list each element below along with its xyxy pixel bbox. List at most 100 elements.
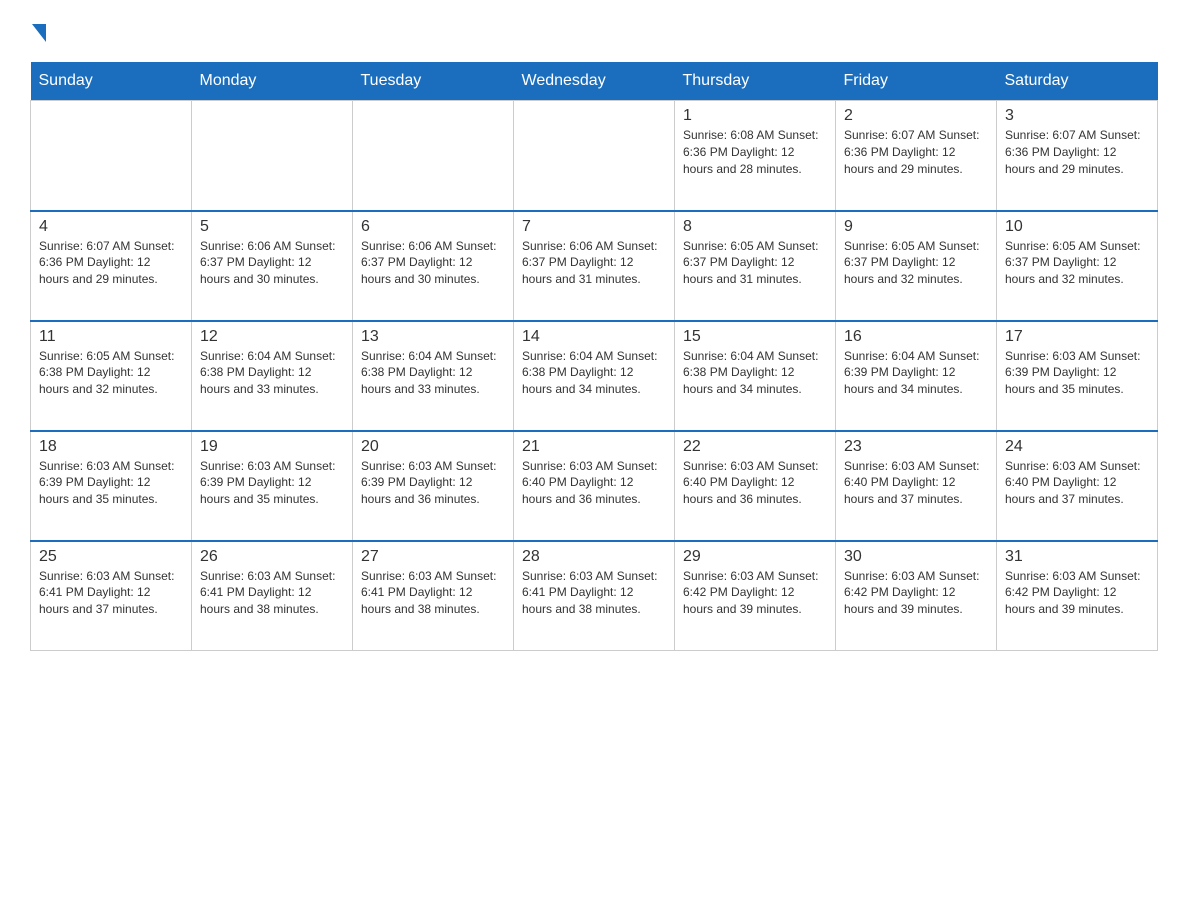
day-number: 29: [683, 548, 827, 566]
day-number: 23: [844, 438, 988, 456]
day-info: Sunrise: 6:03 AM Sunset: 6:39 PM Dayligh…: [361, 458, 505, 508]
day-number: 4: [39, 218, 183, 236]
calendar-cell: 17Sunrise: 6:03 AM Sunset: 6:39 PM Dayli…: [997, 321, 1158, 431]
day-info: Sunrise: 6:05 AM Sunset: 6:37 PM Dayligh…: [844, 238, 988, 288]
day-info: Sunrise: 6:03 AM Sunset: 6:39 PM Dayligh…: [39, 458, 183, 508]
day-number: 12: [200, 328, 344, 346]
day-info: Sunrise: 6:06 AM Sunset: 6:37 PM Dayligh…: [522, 238, 666, 288]
logo: [30, 20, 50, 42]
calendar-week-5: 25 Sunrise: 6:03 AM Sunset: 6:41 PM Dayli…: [31, 541, 1158, 651]
day-number: 2: [844, 107, 988, 125]
calendar-cell: 15 Sunrise: 6:04 AM Sunset: 6:38 PM Dayli…: [675, 321, 836, 431]
calendar-cell: 4 Sunrise: 6:07 AM Sunset: 6:36 PM Daylig…: [31, 211, 192, 321]
day-number: 20: [361, 438, 505, 456]
calendar-cell: 30 Sunrise: 6:03 AM Sunset: 6:42 PM Dayli…: [836, 541, 997, 651]
col-friday: Friday: [836, 62, 997, 101]
calendar-cell: 18 Sunrise: 6:03 AM Sunset: 6:39 PM Dayli…: [31, 431, 192, 541]
col-thursday: Thursday: [675, 62, 836, 101]
day-info: Sunrise: 6:03 AM Sunset: 6:41 PM Dayligh…: [200, 568, 344, 618]
day-info: Sunrise: 6:03 AM Sunset: 6:39 PM Dayligh…: [1005, 348, 1149, 398]
day-info: Sunrise: 6:03 AM Sunset: 6:40 PM Dayligh…: [1005, 458, 1149, 508]
calendar-cell: 20 Sunrise: 6:03 AM Sunset: 6:39 PM Dayli…: [353, 431, 514, 541]
col-tuesday: Tuesday: [353, 62, 514, 101]
calendar-cell: [514, 101, 675, 211]
day-number: 31: [1005, 548, 1149, 566]
day-number: 11: [39, 328, 183, 346]
calendar-week-3: 11 Sunrise: 6:05 AM Sunset: 6:38 PM Dayli…: [31, 321, 1158, 431]
calendar-cell: 10 Sunrise: 6:05 AM Sunset: 6:37 PM Dayli…: [997, 211, 1158, 321]
calendar-table: Sunday Monday Tuesday Wednesday Thursday…: [30, 62, 1158, 651]
calendar-cell: 2 Sunrise: 6:07 AM Sunset: 6:36 PM Daylig…: [836, 101, 997, 211]
day-info: Sunrise: 6:04 AM Sunset: 6:39 PM Dayligh…: [844, 348, 988, 398]
calendar-cell: 26 Sunrise: 6:03 AM Sunset: 6:41 PM Dayli…: [192, 541, 353, 651]
day-info: Sunrise: 6:03 AM Sunset: 6:41 PM Dayligh…: [361, 568, 505, 618]
calendar-cell: 29 Sunrise: 6:03 AM Sunset: 6:42 PM Dayli…: [675, 541, 836, 651]
day-number: 10: [1005, 218, 1149, 236]
calendar-cell: 11 Sunrise: 6:05 AM Sunset: 6:38 PM Dayli…: [31, 321, 192, 431]
calendar-cell: 16 Sunrise: 6:04 AM Sunset: 6:39 PM Dayli…: [836, 321, 997, 431]
calendar-week-2: 4 Sunrise: 6:07 AM Sunset: 6:36 PM Daylig…: [31, 211, 1158, 321]
calendar-cell: 13 Sunrise: 6:04 AM Sunset: 6:38 PM Dayli…: [353, 321, 514, 431]
calendar-cell: 25Sunrise: 6:03 AM Sunset: 6:41 PM Dayli…: [31, 541, 192, 651]
day-number: 26: [200, 548, 344, 566]
day-info: Sunrise: 6:07 AM Sunset: 6:36 PM Dayligh…: [844, 127, 988, 177]
calendar-cell: 19 Sunrise: 6:03 AM Sunset: 6:39 PM Dayli…: [192, 431, 353, 541]
day-number: 19: [200, 438, 344, 456]
day-info: Sunrise: 6:04 AM Sunset: 6:38 PM Dayligh…: [683, 348, 827, 398]
day-number: 14: [522, 328, 666, 346]
day-info: Sunrise: 6:04 AM Sunset: 6:38 PM Dayligh…: [361, 348, 505, 398]
calendar-cell: 1 Sunrise: 6:08 AM Sunset: 6:36 PM Daylig…: [675, 101, 836, 211]
calendar-cell: 5 Sunrise: 6:06 AM Sunset: 6:37 PM Daylig…: [192, 211, 353, 321]
day-info: Sunrise: 6:03 AM Sunset: 6:42 PM Dayligh…: [844, 568, 988, 618]
day-number: 15: [683, 328, 827, 346]
day-info: Sunrise: 6:06 AM Sunset: 6:37 PM Dayligh…: [200, 238, 344, 288]
calendar-cell: 6 Sunrise: 6:06 AM Sunset: 6:37 PM Daylig…: [353, 211, 514, 321]
day-info: Sunrise: 6:08 AM Sunset: 6:36 PM Dayligh…: [683, 127, 827, 177]
col-sunday: Sunday: [31, 62, 192, 101]
calendar-cell: 27 Sunrise: 6:03 AM Sunset: 6:41 PM Dayli…: [353, 541, 514, 651]
day-info: Sunrise: 6:04 AM Sunset: 6:38 PM Dayligh…: [200, 348, 344, 398]
calendar-cell: [192, 101, 353, 211]
calendar-cell: 7 Sunrise: 6:06 AM Sunset: 6:37 PM Daylig…: [514, 211, 675, 321]
day-info: Sunrise: 6:03 AM Sunset: 6:42 PM Dayligh…: [683, 568, 827, 618]
day-number: 21: [522, 438, 666, 456]
day-number: 1: [683, 107, 827, 125]
col-monday: Monday: [192, 62, 353, 101]
calendar-cell: 21Sunrise: 6:03 AM Sunset: 6:40 PM Dayli…: [514, 431, 675, 541]
day-number: 22: [683, 438, 827, 456]
calendar-cell: [31, 101, 192, 211]
day-info: Sunrise: 6:04 AM Sunset: 6:38 PM Dayligh…: [522, 348, 666, 398]
page-header: [30, 20, 1158, 42]
day-number: 5: [200, 218, 344, 236]
calendar-cell: 12 Sunrise: 6:04 AM Sunset: 6:38 PM Dayli…: [192, 321, 353, 431]
day-info: Sunrise: 6:03 AM Sunset: 6:41 PM Dayligh…: [522, 568, 666, 618]
day-number: 27: [361, 548, 505, 566]
calendar-cell: 31 Sunrise: 6:03 AM Sunset: 6:42 PM Dayli…: [997, 541, 1158, 651]
day-number: 13: [361, 328, 505, 346]
day-number: 7: [522, 218, 666, 236]
col-saturday: Saturday: [997, 62, 1158, 101]
calendar-cell: 14 Sunrise: 6:04 AM Sunset: 6:38 PM Dayli…: [514, 321, 675, 431]
day-number: 8: [683, 218, 827, 236]
day-number: 9: [844, 218, 988, 236]
day-info: Sunrise: 6:03 AM Sunset: 6:40 PM Dayligh…: [844, 458, 988, 508]
day-info: Sunrise: 6:05 AM Sunset: 6:37 PM Dayligh…: [1005, 238, 1149, 288]
day-info: Sunrise: 6:03 AM Sunset: 6:40 PM Dayligh…: [683, 458, 827, 508]
day-info: Sunrise: 6:03 AM Sunset: 6:39 PM Dayligh…: [200, 458, 344, 508]
day-number: 30: [844, 548, 988, 566]
calendar-cell: 3Sunrise: 6:07 AM Sunset: 6:36 PM Daylig…: [997, 101, 1158, 211]
calendar-cell: 23 Sunrise: 6:03 AM Sunset: 6:40 PM Dayli…: [836, 431, 997, 541]
day-info: Sunrise: 6:03 AM Sunset: 6:42 PM Dayligh…: [1005, 568, 1149, 618]
calendar-cell: 9 Sunrise: 6:05 AM Sunset: 6:37 PM Daylig…: [836, 211, 997, 321]
day-number: 3: [1005, 107, 1149, 125]
day-info: Sunrise: 6:05 AM Sunset: 6:38 PM Dayligh…: [39, 348, 183, 398]
calendar-cell: 22 Sunrise: 6:03 AM Sunset: 6:40 PM Dayli…: [675, 431, 836, 541]
day-number: 18: [39, 438, 183, 456]
day-number: 25: [39, 548, 183, 566]
calendar-week-4: 18 Sunrise: 6:03 AM Sunset: 6:39 PM Dayli…: [31, 431, 1158, 541]
header-row: Sunday Monday Tuesday Wednesday Thursday…: [31, 62, 1158, 101]
day-info: Sunrise: 6:07 AM Sunset: 6:36 PM Dayligh…: [39, 238, 183, 288]
day-number: 6: [361, 218, 505, 236]
day-number: 16: [844, 328, 988, 346]
day-info: Sunrise: 6:06 AM Sunset: 6:37 PM Dayligh…: [361, 238, 505, 288]
